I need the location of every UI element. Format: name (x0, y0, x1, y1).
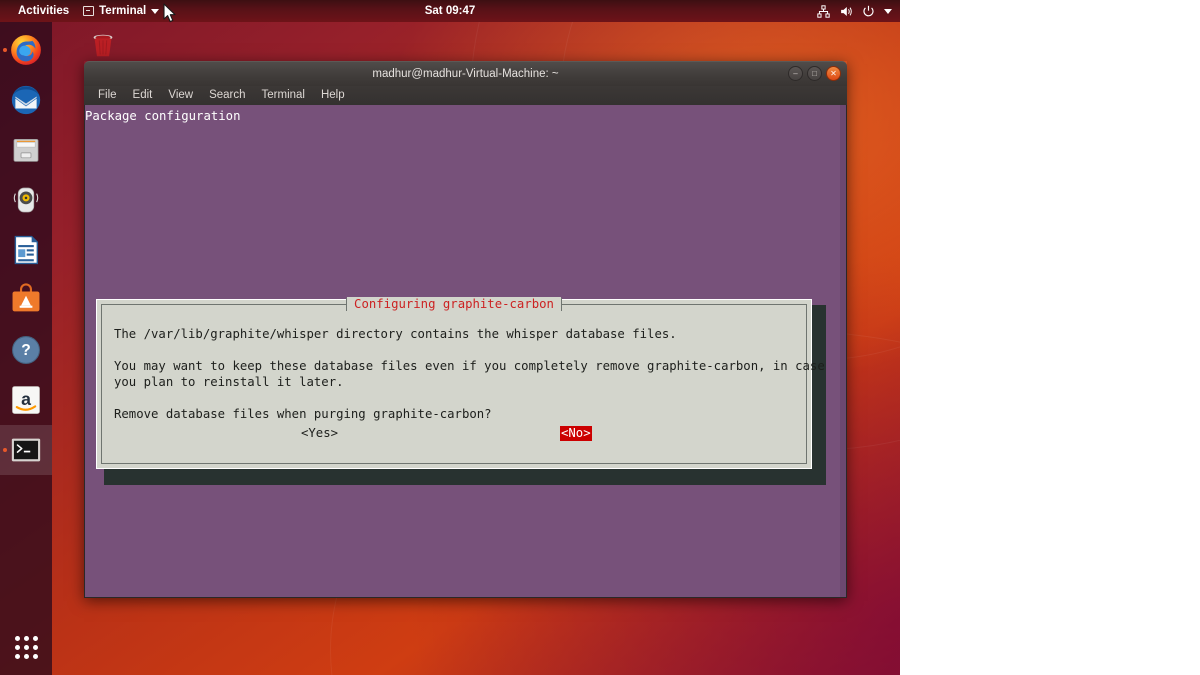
dock-item-ubuntu-software[interactable] (0, 275, 52, 325)
volume-icon[interactable] (839, 5, 853, 18)
title-separator-right (560, 297, 562, 311)
svg-text:?: ? (21, 342, 31, 359)
status-indicators (817, 4, 892, 18)
chevron-down-icon (151, 8, 160, 14)
dock-item-files[interactable] (0, 125, 52, 175)
app-menu-button[interactable]: Terminal (77, 0, 165, 22)
dock-item-libreoffice-writer[interactable] (0, 225, 52, 275)
minimize-button[interactable]: – (788, 66, 803, 81)
dock-item-amazon[interactable]: a (0, 375, 52, 425)
dialog-line-1: The /var/lib/graphite/whisper directory … (114, 327, 677, 341)
no-button[interactable]: <No> (560, 426, 592, 441)
activities-button[interactable]: Activities (10, 0, 77, 22)
clock[interactable]: Sat 09:47 (380, 5, 520, 17)
menu-search[interactable]: Search (203, 86, 251, 105)
dialog-button-row: <Yes> <No> (102, 426, 806, 442)
dialog-title-bar: Configuring graphite-carbon (102, 297, 806, 311)
menu-file[interactable]: File (92, 86, 123, 105)
top-bar: Activities Terminal Sat 09:47 (0, 0, 900, 22)
power-icon[interactable] (862, 5, 875, 18)
dialog-line-3: you plan to reinstall it later. (114, 375, 344, 389)
libreoffice-writer-icon (9, 233, 43, 267)
mouse-cursor (163, 3, 178, 29)
window-titlebar[interactable]: madhur@madhur-Virtual-Machine: ~ – □ ✕ (84, 61, 847, 86)
terminal-scrollbar[interactable] (840, 105, 846, 597)
rhythmbox-icon (9, 183, 43, 217)
dock: ? a (0, 22, 52, 675)
menu-view[interactable]: View (162, 86, 199, 105)
ubuntu-software-icon (9, 283, 43, 317)
dialog-title: Configuring graphite-carbon (347, 297, 561, 311)
running-indicator (3, 48, 7, 52)
menu-bar: File Edit View Search Terminal Help (84, 86, 847, 105)
files-icon (9, 133, 43, 167)
yes-button[interactable]: <Yes> (300, 426, 339, 441)
help-icon: ? (9, 333, 43, 367)
terminal-icon (83, 6, 95, 16)
dialog-line-2: You may want to keep these database file… (114, 359, 825, 373)
menu-help[interactable]: Help (315, 86, 351, 105)
chevron-down-icon[interactable] (884, 8, 892, 14)
window-controls: – □ ✕ (788, 66, 841, 81)
terminal-header-line: Package configuration (85, 109, 241, 123)
maximize-button[interactable]: □ (807, 66, 822, 81)
dock-item-help[interactable]: ? (0, 325, 52, 375)
terminal-window: madhur@madhur-Virtual-Machine: ~ – □ ✕ F… (84, 61, 847, 598)
window-title: madhur@madhur-Virtual-Machine: ~ (372, 68, 559, 80)
close-button[interactable]: ✕ (826, 66, 841, 81)
terminal-icon (9, 433, 43, 467)
network-icon[interactable] (817, 4, 830, 18)
app-menu-label: Terminal (99, 5, 147, 17)
dock-item-rhythmbox[interactable] (0, 175, 52, 225)
firefox-icon (9, 33, 43, 67)
dialog-line-4: Remove database files when purging graph… (114, 407, 492, 421)
dialog-inner-frame: Configuring graphite-carbon The /var/lib… (101, 297, 825, 464)
desktop-screen: Activities Terminal Sat 09:47 ? a madhur… (0, 0, 900, 675)
running-indicator (3, 448, 7, 452)
configuration-dialog: Configuring graphite-carbon The /var/lib… (96, 297, 825, 469)
menu-terminal[interactable]: Terminal (256, 86, 311, 105)
svg-text:a: a (21, 389, 31, 409)
dock-item-terminal[interactable] (0, 425, 52, 475)
amazon-icon: a (9, 383, 43, 417)
dock-item-thunderbird[interactable] (0, 75, 52, 125)
menu-edit[interactable]: Edit (127, 86, 159, 105)
show-applications-button[interactable] (0, 625, 52, 669)
terminal-body[interactable]: Package configuration Configuring graphi… (84, 105, 847, 598)
dock-item-firefox[interactable] (0, 25, 52, 75)
grid-icon (14, 635, 38, 659)
trash-icon[interactable] (88, 30, 118, 60)
thunderbird-icon (9, 83, 43, 117)
